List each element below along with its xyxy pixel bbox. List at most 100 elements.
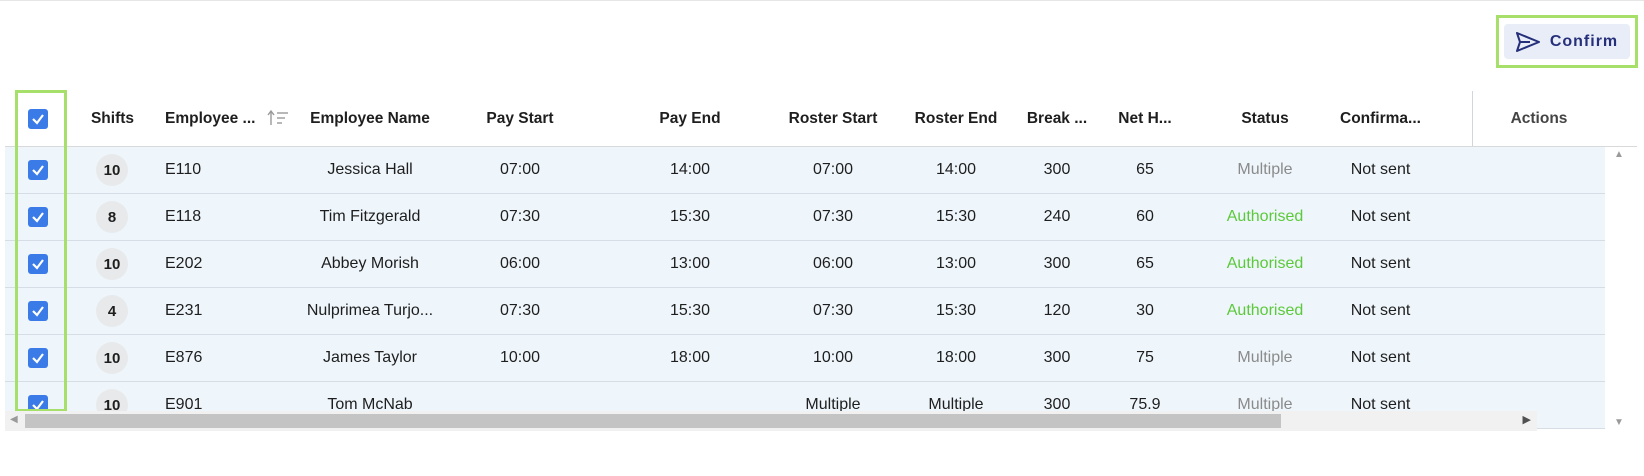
top-divider (0, 0, 1644, 1)
shifts-count-badge: 8 (96, 201, 128, 233)
net-hours-cell: 65 (1136, 255, 1154, 272)
check-icon (32, 212, 44, 223)
pay-start-cell: 10:00 (499, 349, 541, 366)
shifts-cell: 4 (96, 295, 128, 327)
grid-header: Shifts Employee ... Employee Name Pay St… (5, 91, 1637, 147)
confirm-button-label: Confirm (1549, 32, 1619, 50)
select-all-checkbox[interactable] (28, 109, 48, 129)
status-cell: Multiple (1237, 161, 1293, 178)
header-break[interactable]: Break ... (1017, 91, 1097, 146)
employee-name-cell: Tim Fitzgerald (319, 208, 421, 225)
break-cell: 120 (1043, 302, 1071, 319)
row-checkbox[interactable] (28, 301, 48, 321)
scroll-up-icon[interactable]: ▲ (1614, 149, 1624, 160)
check-icon (32, 165, 44, 176)
row-checkbox-cell (28, 301, 48, 321)
pay-start-cell: 06:00 (499, 255, 541, 272)
sort-ascending-icon[interactable] (267, 109, 289, 127)
actions-cell[interactable] (1472, 241, 1605, 288)
horizontal-scrollbar[interactable]: ◀ ▶ (5, 411, 1537, 431)
confirm-button[interactable]: Confirm (1504, 24, 1630, 59)
shifts-count-badge: 10 (96, 248, 128, 280)
employee-id-cell: E876 (165, 349, 203, 366)
roster-start-cell: 07:00 (812, 161, 854, 178)
employee-name-cell: Jessica Hall (327, 161, 413, 178)
header-shifts[interactable]: Shifts (75, 91, 150, 146)
shifts-count-badge: 10 (96, 342, 128, 374)
confirmation-cell: Not sent (1350, 349, 1411, 366)
status-cell: Multiple (1237, 349, 1293, 366)
confirm-button-highlight: Confirm (1496, 15, 1638, 68)
check-icon (32, 114, 44, 125)
header-confirmation[interactable]: Confirma... (1323, 91, 1438, 146)
scroll-left-icon[interactable]: ◀ (10, 414, 18, 425)
pay-end-cell: 15:30 (669, 208, 711, 225)
actions-cell[interactable] (1472, 288, 1605, 335)
table-row[interactable]: 10 E876 James Taylor 10:00 18:00 10:00 1… (5, 335, 1605, 382)
row-checkbox[interactable] (28, 348, 48, 368)
row-checkbox[interactable] (28, 207, 48, 227)
table-row[interactable]: 4 E231 Nulprimea Turjo... 07:30 15:30 07… (5, 288, 1605, 335)
actions-cell[interactable] (1472, 194, 1605, 241)
scroll-right-icon[interactable]: ▶ (1523, 413, 1531, 426)
row-checkbox[interactable] (28, 160, 48, 180)
scroll-down-icon[interactable]: ▼ (1614, 417, 1624, 428)
table-row[interactable]: 10 E110 Jessica Hall 07:00 14:00 07:00 1… (5, 147, 1605, 194)
pay-end-cell: 14:00 (669, 161, 711, 178)
roster-end-cell: 13:00 (935, 255, 977, 272)
header-employee-name[interactable]: Employee Name (300, 91, 440, 146)
shifts-cell: 10 (96, 248, 128, 280)
employee-id-cell: E202 (165, 255, 203, 272)
header-actions[interactable]: Actions (1473, 91, 1605, 146)
shifts-cell: 10 (96, 154, 128, 186)
shifts-count-badge: 4 (96, 295, 128, 327)
header-net-hours[interactable]: Net H... (1105, 91, 1185, 146)
check-icon (32, 353, 44, 364)
roster-start-cell: 10:00 (812, 349, 854, 366)
employee-name-cell: Nulprimea Turjo... (306, 302, 434, 319)
net-hours-cell: 75 (1136, 349, 1154, 366)
employee-id-cell: E118 (165, 208, 202, 225)
pay-end-cell: 15:30 (669, 302, 711, 319)
roster-end-cell: 18:00 (935, 349, 977, 366)
row-checkbox-cell (28, 348, 48, 368)
employee-id-cell: E110 (165, 161, 202, 178)
net-hours-cell: 60 (1136, 208, 1154, 225)
horizontal-scroll-thumb[interactable] (25, 414, 1281, 428)
header-pay-start[interactable]: Pay Start (460, 91, 580, 146)
header-roster-end[interactable]: Roster End (901, 91, 1011, 146)
pay-end-cell: 13:00 (669, 255, 711, 272)
header-roster-start[interactable]: Roster Start (773, 91, 893, 146)
actions-cell[interactable] (1472, 335, 1605, 382)
shifts-cell: 10 (96, 342, 128, 374)
row-checkbox-cell (28, 254, 48, 274)
break-cell: 300 (1043, 349, 1071, 366)
roster-start-cell: 07:30 (812, 208, 854, 225)
header-status[interactable]: Status (1205, 91, 1325, 146)
header-pay-end[interactable]: Pay End (630, 91, 750, 146)
confirmation-cell: Not sent (1350, 302, 1411, 319)
check-icon (32, 259, 44, 270)
employee-name-cell: James Taylor (323, 349, 417, 366)
roster-end-cell: 14:00 (935, 161, 977, 178)
table-row[interactable]: 10 E202 Abbey Morish 06:00 13:00 06:00 1… (5, 241, 1605, 288)
table-row[interactable]: 8 E118 Tim Fitzgerald 07:30 15:30 07:30 … (5, 194, 1605, 241)
row-checkbox-cell (28, 207, 48, 227)
shifts-cell: 8 (96, 201, 128, 233)
row-checkbox[interactable] (28, 254, 48, 274)
row-checkbox-cell (28, 160, 48, 180)
vertical-scrollbar[interactable]: ▲ ▼ (1605, 147, 1637, 430)
roster-end-cell: 15:30 (935, 302, 977, 319)
employee-id-cell: E231 (165, 302, 203, 319)
pay-end-cell: 18:00 (669, 349, 711, 366)
status-cell: Authorised (1226, 208, 1304, 225)
confirmation-cell: Not sent (1350, 255, 1411, 272)
check-icon (32, 400, 44, 411)
confirmation-cell: Not sent (1350, 208, 1411, 225)
employee-name-cell: Abbey Morish (321, 255, 419, 272)
net-hours-cell: 65 (1136, 161, 1154, 178)
net-hours-cell: 30 (1136, 302, 1154, 319)
actions-cell[interactable] (1472, 147, 1605, 194)
pay-start-cell: 07:30 (499, 208, 541, 225)
header-employee-id[interactable]: Employee ... (165, 91, 257, 146)
